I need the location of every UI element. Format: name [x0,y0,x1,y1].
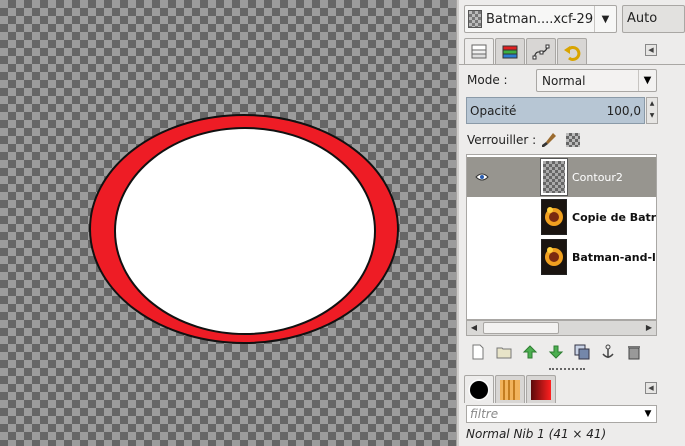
delete-layer-icon[interactable] [625,343,643,361]
filter-input[interactable] [467,407,640,421]
dock-resize-grip[interactable] [549,368,585,372]
tab-channels[interactable] [495,38,525,64]
image-name: Batman....xcf-29 [486,11,594,27]
layers-icon [471,44,487,59]
tab-menu-icon[interactable]: ◀ [645,382,657,394]
paths-icon [532,44,550,59]
patterns-icon [500,379,520,400]
brush-tabs [464,375,557,403]
anchor-layer-icon[interactable] [599,343,617,361]
raise-layer-icon[interactable] [521,343,539,361]
chevron-down-icon[interactable]: ▼ [638,70,656,91]
layer-row[interactable]: Batman-and-l [467,237,656,277]
opacity-spin-buttons[interactable]: ▲ ▼ [646,97,658,124]
lower-layer-icon[interactable] [547,343,565,361]
layer-row[interactable]: Copie de Batr [467,197,656,237]
layer-thumbnail [540,158,568,196]
chevron-down-icon[interactable]: ▼ [640,409,656,419]
layer-toolbar [469,341,659,363]
dock-tabs [464,38,588,65]
auto-button[interactable]: Auto [622,5,685,33]
opacity-slider[interactable]: Opacité 100,0 [466,97,645,124]
tab-menu-icon[interactable]: ◀ [645,44,657,56]
scrollbar-thumb[interactable] [483,322,559,334]
duplicate-layer-icon[interactable] [573,343,591,361]
new-layer-icon[interactable] [469,343,487,361]
layer-thumbnail [541,239,567,275]
brushes-icon [468,379,490,400]
undo-history-icon [564,45,581,61]
mode-label: Mode : [467,73,508,87]
layer-name[interactable]: Contour2 [572,171,623,184]
mode-select[interactable]: Normal ▼ [536,69,657,92]
channels-icon [502,45,518,58]
lock-alpha-icon[interactable] [566,133,580,147]
lock-label: Verrouiller : [467,133,537,147]
brush-name: Normal Nib 1 (41 × 41) [466,427,607,441]
layer-row[interactable]: Contour2 [467,157,656,197]
lock-pixels-icon[interactable] [541,132,557,148]
layer-name[interactable]: Batman-and-l [572,251,656,264]
mode-value: Normal [542,73,586,88]
layer-group-icon[interactable] [495,343,513,361]
eye-icon[interactable] [474,169,490,185]
layers-list[interactable]: Contour2 Copie de Batr Batman-and-l [466,154,657,320]
tab-undo-history[interactable] [557,38,587,64]
tab-brushes[interactable] [464,375,494,403]
image-canvas[interactable] [0,0,456,446]
ellipse-drawing [89,114,399,344]
opacity-value: 100,0 [606,103,641,118]
tab-paths[interactable] [526,38,556,64]
layer-thumbnail [541,199,567,235]
tabs-divider [459,64,685,65]
tab-gradients[interactable] [526,375,556,403]
scroll-left-icon[interactable]: ◀ [468,322,480,334]
scroll-right-icon[interactable]: ▶ [643,322,655,334]
tab-patterns[interactable] [495,375,525,403]
inner-white-ellipse [114,127,376,335]
layer-name[interactable]: Copie de Batr [572,211,656,224]
chevron-down-icon[interactable]: ▼ [594,6,616,32]
layers-dock: Batman....xcf-29 ▼ Auto ◀ Mode: Normal … [459,0,685,446]
filter-field[interactable]: ▼ [466,405,657,423]
layers-scrollbar[interactable]: ◀ ▶ [466,320,657,336]
opacity-label: Opacité [470,103,517,118]
gradients-icon [531,379,551,400]
image-selector[interactable]: Batman....xcf-29 ▼ [464,5,617,33]
image-thumbnail [468,10,482,28]
tab-layers[interactable] [464,38,494,65]
